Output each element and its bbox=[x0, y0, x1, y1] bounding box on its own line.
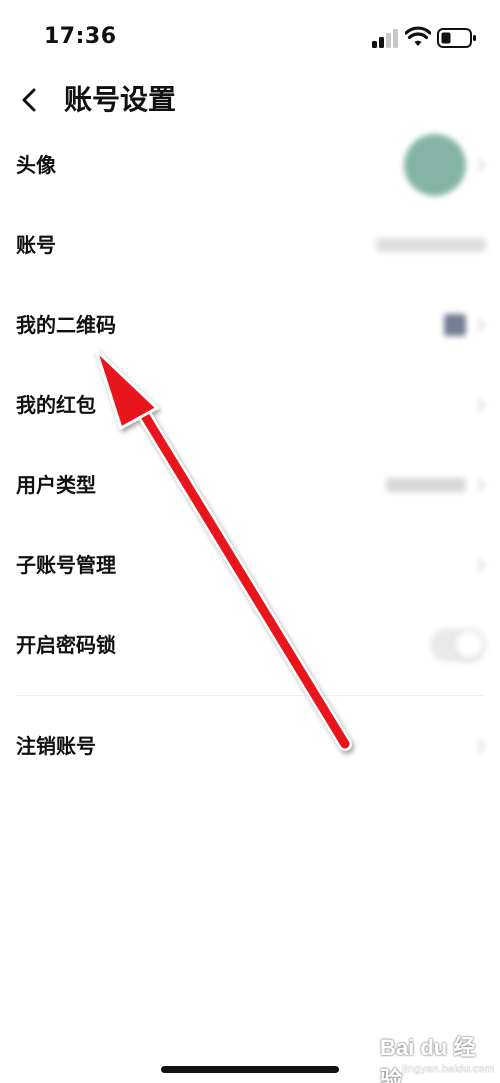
password-lock-toggle[interactable] bbox=[430, 628, 486, 662]
row-value bbox=[386, 445, 486, 525]
cellular-signal-icon bbox=[372, 28, 400, 48]
settings-row-account[interactable]: 账号 bbox=[0, 205, 500, 285]
back-button[interactable] bbox=[12, 78, 48, 122]
chevron-left-icon bbox=[22, 88, 36, 112]
watermark-main-text: Bai du 经验 bbox=[380, 1035, 476, 1083]
chevron-right-icon bbox=[477, 478, 486, 492]
settings-row-label: 头像 bbox=[16, 153, 56, 177]
screen: 17:36 账号设置 头像 账号 我的二维码 我的红包 用户类型 子账号管理 开… bbox=[0, 0, 500, 1083]
settings-row-label: 我的二维码 bbox=[16, 313, 116, 337]
avatar bbox=[404, 134, 466, 196]
settings-row-label: 用户类型 bbox=[16, 473, 96, 497]
chevron-right-icon bbox=[477, 318, 486, 332]
settings-row-user-type[interactable]: 用户类型 bbox=[0, 445, 500, 525]
page-title: 账号设置 bbox=[64, 83, 177, 116]
watermark-sub-text: jingyan.baidu.com bbox=[402, 1064, 495, 1075]
settings-row-label: 我的红包 bbox=[16, 393, 96, 417]
home-indicator bbox=[161, 1066, 339, 1073]
row-value bbox=[376, 205, 486, 285]
chevron-right-icon bbox=[477, 739, 486, 753]
settings-row-label: 账号 bbox=[16, 233, 56, 257]
settings-row-password-lock[interactable]: 开启密码锁 bbox=[0, 605, 500, 685]
settings-row-sub-accounts[interactable]: 子账号管理 bbox=[0, 525, 500, 605]
wifi-icon bbox=[405, 26, 431, 46]
settings-list: 头像 账号 我的二维码 我的红包 用户类型 子账号管理 开启密码锁 注销账号 bbox=[0, 125, 500, 786]
row-value bbox=[476, 706, 486, 786]
chevron-right-icon bbox=[477, 158, 486, 172]
settings-row-label: 开启密码锁 bbox=[16, 633, 116, 657]
divider bbox=[16, 695, 484, 696]
status-time: 17:36 bbox=[44, 24, 117, 49]
row-value bbox=[430, 605, 486, 685]
qr-code-icon bbox=[444, 314, 466, 336]
status-bar: 17:36 bbox=[0, 0, 500, 70]
nav-bar: 账号设置 bbox=[0, 70, 500, 130]
row-value bbox=[404, 125, 486, 205]
settings-row-label: 子账号管理 bbox=[16, 553, 116, 577]
settings-row-deactivate-account[interactable]: 注销账号 bbox=[0, 706, 500, 786]
settings-row-qr-code[interactable]: 我的二维码 bbox=[0, 285, 500, 365]
watermark-logo: Bai du 经验 jingyan.baidu.com bbox=[380, 1030, 495, 1083]
chevron-right-icon bbox=[477, 558, 486, 572]
row-value bbox=[476, 525, 486, 605]
settings-row-label: 注销账号 bbox=[16, 734, 96, 758]
row-value bbox=[444, 285, 486, 365]
settings-row-avatar[interactable]: 头像 bbox=[0, 125, 500, 205]
battery-icon bbox=[437, 28, 476, 48]
row-value bbox=[476, 365, 486, 445]
blurred-user-type-value bbox=[386, 478, 466, 492]
blurred-account-value bbox=[376, 238, 486, 252]
settings-row-red-packet[interactable]: 我的红包 bbox=[0, 365, 500, 445]
chevron-right-icon bbox=[477, 398, 486, 412]
